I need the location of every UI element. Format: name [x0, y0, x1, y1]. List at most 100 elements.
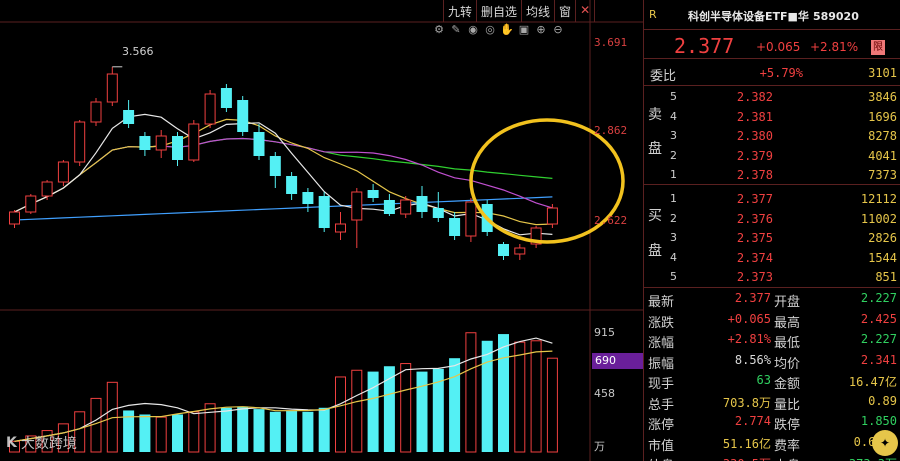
stat-row: 最新 2.377 开盘 2.227	[644, 288, 900, 310]
stat-value: 1.850	[860, 414, 897, 428]
orderbook-price: 2.380	[736, 129, 773, 143]
stat-row: 市值51.16亿费率0.600%	[644, 432, 900, 454]
candle-body	[41, 181, 53, 197]
orderbook-volume: 2826	[868, 231, 897, 245]
stat-key: 费率	[774, 438, 801, 454]
weibi-label: 委比	[650, 69, 677, 84]
moving-average-button[interactable]: 均线	[522, 0, 556, 22]
volume-bar	[367, 371, 379, 452]
volume-bar	[514, 341, 526, 453]
orderbook-row[interactable]: 4 2.374 1544	[644, 247, 900, 268]
orderbook-price: 2.382	[736, 90, 773, 104]
volume-bar	[465, 332, 477, 453]
stat-key: 量比	[774, 397, 801, 413]
stat-row: 总手 703.8万 量比 0.89	[644, 391, 900, 413]
orderbook-row[interactable]: 3 2.380 8278	[644, 125, 900, 146]
volume-bar	[204, 403, 216, 453]
stat-value: 2.425	[860, 311, 897, 326]
zoom-out-icon[interactable]: ⊖	[551, 23, 565, 37]
orderbook-level: 2	[670, 148, 677, 162]
stat-key: 振幅	[648, 356, 675, 372]
eye-icon[interactable]: ◉	[466, 23, 480, 37]
stat-value: 703.8万	[722, 395, 771, 410]
volume-cursor-tag: 690	[592, 353, 644, 369]
hand-icon[interactable]: ✋	[500, 23, 514, 37]
candle-body	[74, 121, 86, 163]
stat-key: 最新	[648, 295, 675, 310]
orderbook-volume: 11002	[860, 211, 897, 226]
orderbook-price: 2.374	[736, 250, 773, 265]
price-axis-label: 3.691	[594, 36, 628, 49]
stat-value: 16.47亿	[848, 375, 897, 389]
volume-bar	[188, 411, 200, 453]
orderbook-row[interactable]: 5 2.382 3846	[644, 86, 900, 107]
orderbook-row[interactable]: 1 2.378 7373	[644, 164, 900, 185]
candle-body	[286, 176, 298, 194]
stat-value: 330.5万	[723, 455, 771, 461]
orderbook-row[interactable]: 2 2.379 4041	[644, 145, 900, 166]
kline-chart[interactable]	[0, 0, 643, 461]
volume-bar	[416, 371, 428, 452]
price-change: +0.065	[756, 40, 801, 54]
orderbook-level: 1	[670, 192, 677, 205]
volume-bar	[546, 357, 558, 453]
security-name[interactable]: 科创半导体设备ETF■华 589020	[688, 8, 859, 24]
orderbook-volume: 3846	[868, 90, 897, 104]
candle-body	[400, 199, 412, 215]
candle-body	[546, 207, 558, 225]
volume-bar	[318, 407, 330, 452]
orderbook-level: 4	[670, 109, 677, 123]
zoom-in-icon[interactable]: ⊕	[534, 23, 548, 37]
orderbook-price: 2.381	[736, 109, 773, 124]
stat-key: 最高	[774, 315, 801, 331]
volume-bar	[302, 411, 314, 452]
candle-body	[90, 101, 102, 123]
candle-body	[416, 196, 428, 212]
stat-key: 总手	[648, 397, 675, 413]
volume-bar	[498, 334, 509, 452]
volume-axis-label: 458	[594, 387, 615, 400]
orderbook-row[interactable]: 2 2.376 11002	[644, 208, 900, 229]
orderbook-row[interactable]: 4 2.381 1696	[644, 106, 900, 127]
stat-value: 8.56%	[734, 352, 771, 367]
jiuzhuan-button[interactable]: 九转	[444, 0, 478, 22]
candle-body	[172, 136, 183, 160]
settings-icon[interactable]: ⚙	[432, 23, 446, 37]
window-button[interactable]: 窗	[555, 0, 577, 22]
target-icon[interactable]: ◎	[483, 23, 497, 37]
r-badge: R	[649, 8, 657, 21]
security-code: 589020	[812, 10, 859, 23]
draw-icon[interactable]: ✎	[449, 23, 463, 37]
chart-tools: ⚙ ✎ ◉ ◎ ✋ ▣ ⊕ ⊖	[432, 23, 565, 37]
orderbook-price: 2.377	[736, 192, 773, 206]
candle-body	[432, 208, 444, 218]
security-name-text: 科创半导体设备ETF■华	[688, 10, 809, 23]
orderbook-volume: 1544	[868, 250, 897, 265]
volume-bar	[449, 358, 461, 452]
orderbook-volume: 4041	[868, 148, 897, 163]
orderbook-level: 5	[670, 90, 677, 103]
stat-value: 63	[756, 373, 771, 387]
candle-body	[367, 190, 379, 198]
stat-key: 现手	[648, 377, 675, 392]
divider	[644, 184, 900, 185]
orderbook-row[interactable]: 5 2.373 851	[644, 266, 900, 287]
orderbook-level: 3	[670, 129, 677, 142]
orderbook-row[interactable]: 1 2.377 12112	[644, 188, 900, 209]
kline-chart-area[interactable]: 九转 删自选 均线 窗 ✕ ⚙ ✎ ◉ ◎ ✋ ▣ ⊕ ⊖ 3.691 2.86…	[0, 0, 644, 461]
candle-body	[383, 200, 395, 214]
bot-icon: ✦	[872, 430, 898, 456]
volume-bar	[530, 340, 542, 453]
candle-body	[237, 100, 249, 132]
stat-key: 涨幅	[648, 336, 675, 351]
close-button[interactable]: ✕	[576, 0, 596, 22]
weibi-vol: 3101	[868, 66, 897, 80]
stat-row: 现手 63 金额 16.47亿	[644, 370, 900, 392]
remove-watchlist-button[interactable]: 删自选	[477, 0, 523, 22]
candle-body	[123, 110, 135, 124]
candle-body	[106, 73, 118, 103]
volume-bar	[237, 406, 249, 452]
candle-body	[335, 223, 346, 233]
box-icon[interactable]: ▣	[517, 23, 531, 37]
orderbook-row[interactable]: 3 2.375 2826	[644, 227, 900, 248]
